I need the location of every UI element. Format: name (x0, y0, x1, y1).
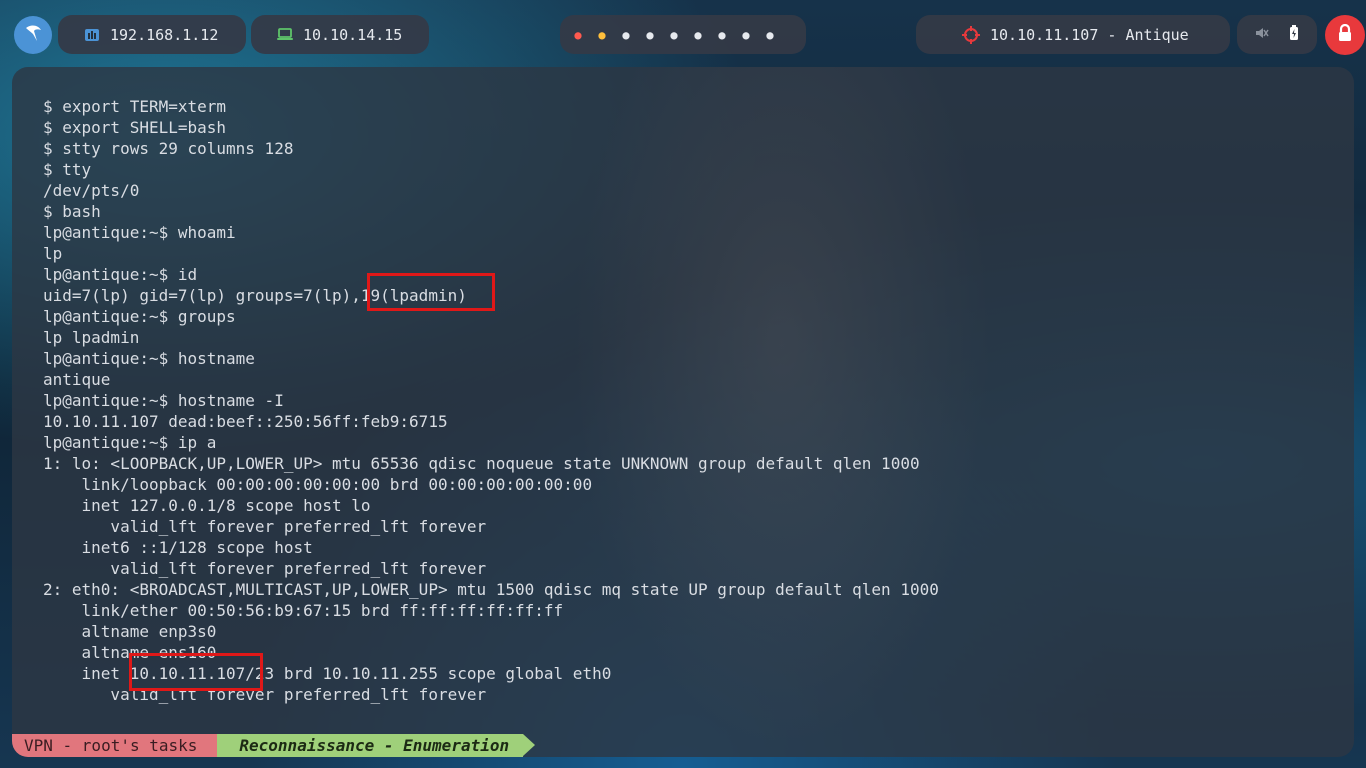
vpn-ip-text: 10.10.14.15 (303, 25, 403, 44)
terminal-line: antique (43, 370, 111, 389)
workspace-7[interactable]: ● (710, 28, 734, 42)
terminal-line: $ bash (43, 202, 101, 221)
interface-ip-text: 192.168.1.12 (110, 25, 219, 44)
terminal-line: lp@antique:~$ whoami (43, 223, 236, 242)
terminal-line: $ tty (43, 160, 92, 179)
interface-ip-widget[interactable]: 192.168.1.12 (58, 15, 246, 54)
network-icon (84, 28, 100, 42)
terminal-line: lp (43, 244, 63, 263)
ip-address-highlight (129, 653, 263, 691)
terminal-line: valid_lft forever preferred_lft forever (43, 559, 487, 578)
workspace-1[interactable]: ● (566, 28, 590, 42)
app-menu-button[interactable] (14, 16, 52, 54)
terminal-line: $ stty rows 29 columns 128 (43, 139, 294, 158)
terminal-line: valid_lft forever preferred_lft forever (43, 517, 487, 536)
terminal-line: lp@antique:~$ hostname -I (43, 391, 284, 410)
terminal-line: lp lpadmin (43, 328, 140, 347)
workspace-3[interactable]: ● (614, 28, 638, 42)
volume-muted-icon[interactable] (1255, 26, 1269, 44)
tmux-session-label[interactable]: VPN - root's tasks (12, 734, 230, 757)
workspace-9[interactable]: ● (758, 28, 782, 42)
terminal-line: inet 127.0.0.1/8 scope host lo (43, 496, 371, 515)
laptop-icon (277, 28, 293, 41)
lock-icon (1337, 23, 1353, 46)
battery-icon[interactable] (1289, 24, 1299, 45)
terminal-line: link/loopback 00:00:00:00:00:00 brd 00:0… (43, 475, 593, 494)
terminal-line: $ export TERM=xterm (43, 97, 227, 116)
terminal-line: lp@antique:~$ ip a (43, 433, 217, 452)
target-text: 10.10.11.107 - Antique (990, 25, 1189, 44)
terminal-window[interactable]: $ export TERM=xterm $ export SHELL=bash … (12, 67, 1354, 757)
terminal-line: 1: lo: <LOOPBACK,UP,LOWER_UP> mtu 65536 … (43, 454, 920, 473)
tmux-status-line: VPN - root's tasks Reconnaissance - Enum… (12, 734, 535, 757)
vpn-ip-widget[interactable]: 10.10.14.15 (251, 15, 429, 54)
crosshair-icon (962, 25, 980, 44)
terminal-line: /dev/pts/0 (43, 181, 140, 200)
terminal-line: lp@antique:~$ hostname (43, 349, 255, 368)
terminal-output: $ export TERM=xterm $ export SHELL=bash … (43, 96, 939, 705)
lpadmin-group-highlight (367, 273, 495, 311)
terminal-line: 2: eth0: <BROADCAST,MULTICAST,UP,LOWER_U… (43, 580, 939, 599)
tmux-window-label[interactable]: Reconnaissance - Enumeration (217, 734, 535, 757)
terminal-line: altname enp3s0 (43, 622, 217, 641)
terminal-line: link/ether 00:50:56:b9:67:15 brd ff:ff:f… (43, 601, 564, 620)
system-tray (1237, 15, 1317, 54)
terminal-line: inet6 ::1/128 scope host (43, 538, 313, 557)
workspace-6[interactable]: ● (686, 28, 710, 42)
shark-icon (22, 22, 44, 48)
workspace-switcher: ● ● ● ● ● ● ● ● ● (560, 15, 806, 54)
workspace-2[interactable]: ● (590, 28, 614, 42)
top-bar: 192.168.1.12 10.10.14.15 ● ● ● ● ● ● ● ●… (0, 0, 1366, 68)
terminal-line: 10.10.11.107 dead:beef::250:56ff:feb9:67… (43, 412, 448, 431)
lock-button[interactable] (1325, 15, 1365, 55)
terminal-line: $ export SHELL=bash (43, 118, 227, 137)
workspace-5[interactable]: ● (662, 28, 686, 42)
workspace-8[interactable]: ● (734, 28, 758, 42)
target-widget[interactable]: 10.10.11.107 - Antique (916, 15, 1230, 54)
workspace-4[interactable]: ● (638, 28, 662, 42)
